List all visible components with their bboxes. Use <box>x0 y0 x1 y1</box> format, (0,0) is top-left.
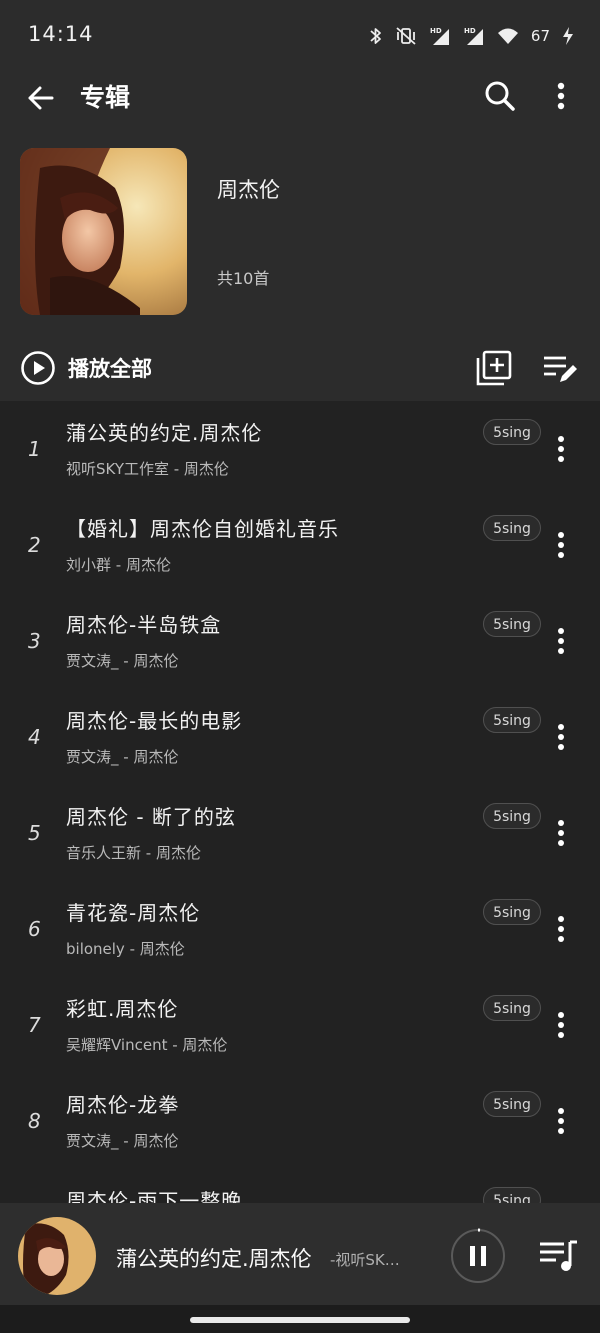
home-indicator[interactable] <box>190 1317 410 1323</box>
more-vert-icon[interactable] <box>548 719 574 755</box>
album-header: 周杰伦 共10首 播放全部 <box>0 128 600 401</box>
song-count: 共10首 <box>217 269 270 288</box>
svg-text:HD: HD <box>430 27 442 35</box>
more-vert-icon[interactable] <box>548 1007 574 1043</box>
song-title: 周杰伦-龙拳 <box>66 1093 180 1117</box>
search-icon[interactable] <box>480 76 520 116</box>
song-subtitle: bilonely - 周杰伦 <box>66 940 185 958</box>
svg-text:HD: HD <box>464 27 476 35</box>
back-arrow-icon[interactable] <box>22 78 62 118</box>
song-row[interactable]: 5 周杰伦 - 断了的弦 音乐人王新 - 周杰伦 5sing <box>0 785 600 881</box>
song-index: 1 <box>28 437 41 461</box>
song-row[interactable]: 6 青花瓷-周杰伦 bilonely - 周杰伦 5sing <box>0 881 600 977</box>
play-all-label: 播放全部 <box>68 357 152 381</box>
song-title: 周杰伦-最长的电影 <box>66 709 243 733</box>
play-circle-icon <box>21 351 55 385</box>
now-playing-title: 蒲公英的约定.周杰伦 <box>116 1247 312 1271</box>
source-badge: 5sing <box>483 611 541 637</box>
source-badge: 5sing <box>483 995 541 1021</box>
battery-level: 67 <box>530 27 550 45</box>
more-vert-icon[interactable] <box>548 431 574 467</box>
pause-icon[interactable] <box>450 1228 506 1284</box>
song-index: 2 <box>28 533 41 557</box>
hd-signal-icon: HD <box>464 27 483 45</box>
song-index: 5 <box>28 821 41 845</box>
more-vert-icon[interactable] <box>548 911 574 947</box>
navigation-bar <box>0 1305 600 1333</box>
status-bar: 14:14 HD HD 67 <box>0 0 600 72</box>
song-index: 6 <box>28 917 41 941</box>
song-row[interactable]: 9 周杰伦-雨下一整晚 5sing <box>0 1169 600 1203</box>
source-badge: 5sing <box>483 707 541 733</box>
song-title: 周杰伦 - 断了的弦 <box>66 805 236 829</box>
more-vert-icon[interactable] <box>548 527 574 563</box>
page-title: 专辑 <box>80 83 131 112</box>
mini-player[interactable]: 蒲公英的约定.周杰伦 -视听SK… <box>0 1203 600 1305</box>
album-artist: 周杰伦 <box>217 178 280 202</box>
song-subtitle: 吴耀辉Vincent - 周杰伦 <box>66 1036 228 1054</box>
now-playing-cover[interactable] <box>18 1217 96 1295</box>
song-subtitle: 贾文涛_ - 周杰伦 <box>66 1132 179 1150</box>
song-row[interactable]: 8 周杰伦-龙拳 贾文涛_ - 周杰伦 5sing <box>0 1073 600 1169</box>
song-row[interactable]: 7 彩虹.周杰伦 吴耀辉Vincent - 周杰伦 5sing <box>0 977 600 1073</box>
song-index: 8 <box>28 1109 41 1133</box>
song-title: 【婚礼】周杰伦自创婚礼音乐 <box>66 517 339 541</box>
song-index: 4 <box>28 725 41 749</box>
more-vert-icon[interactable] <box>548 815 574 851</box>
song-row[interactable]: 3 周杰伦-半岛铁盒 贾文涛_ - 周杰伦 5sing <box>0 593 600 689</box>
song-list: 1 蒲公英的约定.周杰伦 视听SKY工作室 - 周杰伦 5sing 2 【婚礼】… <box>0 401 600 1203</box>
play-all-button[interactable]: 播放全部 <box>20 348 152 388</box>
song-subtitle: 贾文涛_ - 周杰伦 <box>66 748 179 766</box>
hd-signal-icon: HD <box>430 27 449 45</box>
more-vert-icon[interactable] <box>545 76 577 116</box>
source-badge: 5sing <box>483 419 541 445</box>
source-badge: 5sing <box>483 803 541 829</box>
source-badge: 5sing <box>483 899 541 925</box>
source-badge: 5sing <box>483 1187 541 1203</box>
song-title: 周杰伦-雨下一整晚 <box>66 1189 243 1203</box>
status-icons: HD HD 67 <box>369 22 574 50</box>
now-playing-subtitle: -视听SK… <box>330 1251 400 1269</box>
app-bar: 专辑 <box>0 72 600 128</box>
wifi-icon <box>497 28 518 44</box>
more-vert-icon[interactable] <box>548 623 574 659</box>
song-title: 彩虹.周杰伦 <box>66 997 179 1021</box>
song-title: 周杰伦-半岛铁盒 <box>66 613 222 637</box>
song-subtitle: 贾文涛_ - 周杰伦 <box>66 652 179 670</box>
song-subtitle: 刘小群 - 周杰伦 <box>66 556 171 574</box>
song-title: 蒲公英的约定.周杰伦 <box>66 421 263 445</box>
status-time: 14:14 <box>28 22 94 46</box>
song-index: 3 <box>28 629 41 653</box>
source-badge: 5sing <box>483 515 541 541</box>
song-index: 7 <box>28 1013 41 1037</box>
bluetooth-icon <box>370 28 381 44</box>
edit-list-icon[interactable] <box>540 348 580 388</box>
song-subtitle: 音乐人王新 - 周杰伦 <box>66 844 201 862</box>
add-to-playlist-icon[interactable] <box>474 348 514 388</box>
song-row[interactable]: 4 周杰伦-最长的电影 贾文涛_ - 周杰伦 5sing <box>0 689 600 785</box>
song-row[interactable]: 1 蒲公英的约定.周杰伦 视听SKY工作室 - 周杰伦 5sing <box>0 401 600 497</box>
queue-music-icon[interactable] <box>537 1236 579 1276</box>
source-badge: 5sing <box>483 1091 541 1117</box>
song-title: 青花瓷-周杰伦 <box>66 901 201 925</box>
song-subtitle: 视听SKY工作室 - 周杰伦 <box>66 460 229 478</box>
charging-icon <box>563 27 573 45</box>
album-cover <box>20 148 187 315</box>
song-row[interactable]: 2 【婚礼】周杰伦自创婚礼音乐 刘小群 - 周杰伦 5sing <box>0 497 600 593</box>
more-vert-icon[interactable] <box>548 1103 574 1139</box>
vibrate-off-icon <box>396 27 416 45</box>
